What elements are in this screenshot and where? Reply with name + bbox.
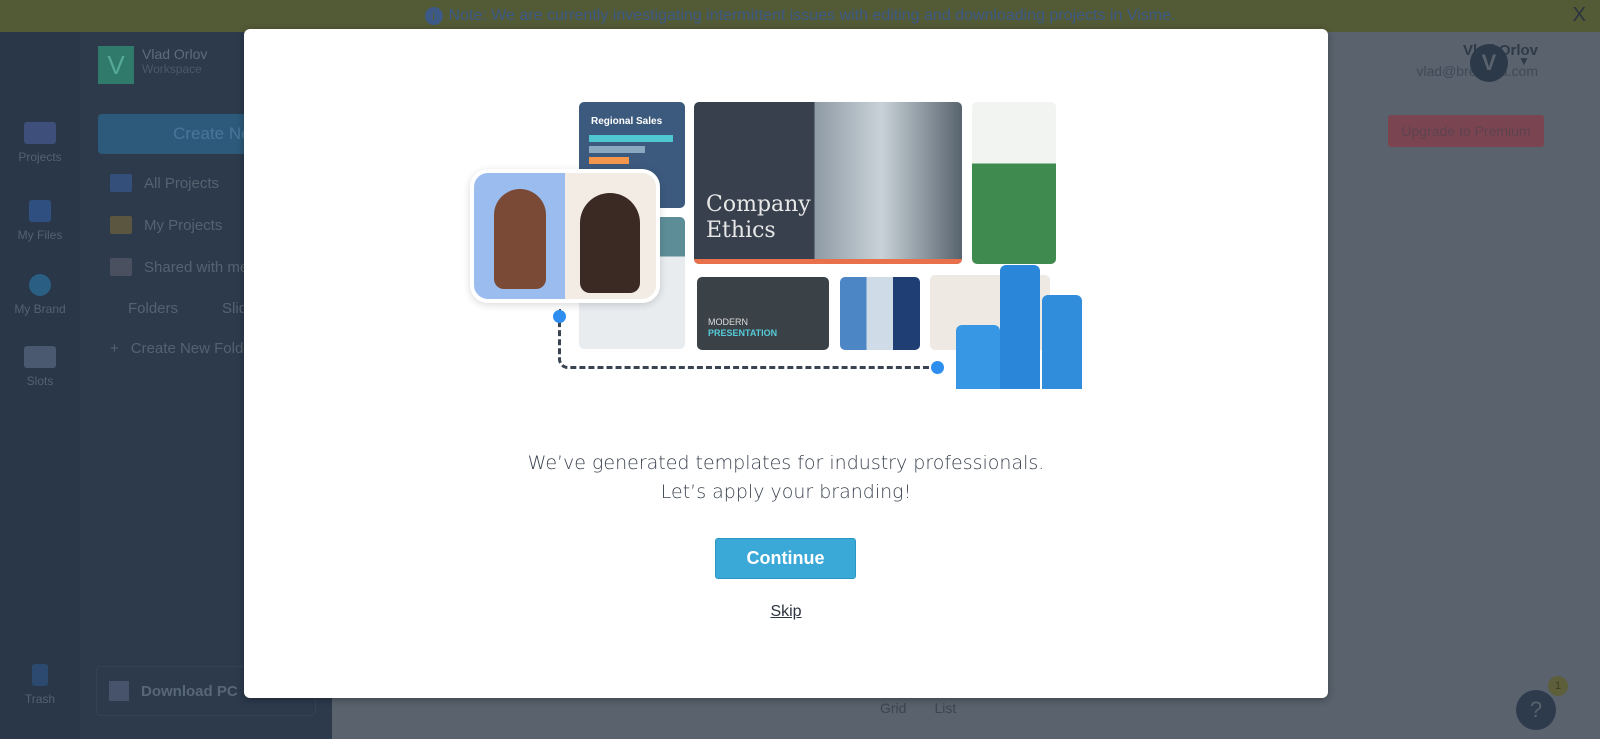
banner-text: Note: We are currently investigating int… (448, 7, 1176, 24)
message-line: We’ve generated templates for industry p… (527, 452, 1045, 474)
dashed-connector (558, 309, 936, 369)
close-banner-icon[interactable]: X (1573, 4, 1586, 27)
notice-banner: i Note: We are currently investigating i… (0, 0, 1600, 32)
company-ethics-thumbnail: Company Ethics (694, 102, 962, 264)
plus-icon: + (110, 340, 119, 357)
thumbnail-title: Company Ethics (706, 192, 811, 243)
thumbnail-title: Regional Sales (591, 116, 663, 127)
windows-icon (109, 681, 129, 701)
create-folder-button[interactable]: + Create New Folder (110, 340, 257, 357)
rail-my-files[interactable]: My Files (0, 200, 80, 242)
grid-view-button[interactable]: Grid (880, 700, 906, 716)
chevron-down-icon[interactable]: ▼ (1518, 54, 1530, 68)
nav-label: Shared with me (144, 258, 249, 276)
onboarding-modal: Regional Sales Company Ethics MODERN PRES… (244, 29, 1328, 698)
continue-button[interactable]: Continue (715, 538, 856, 579)
help-button[interactable]: ? (1516, 690, 1556, 730)
nav-label: All Projects (144, 174, 220, 192)
nav-label: My Projects (144, 216, 223, 234)
skip-link[interactable]: Skip (770, 603, 801, 620)
download-label: Download PC (141, 682, 238, 700)
nav-label: Create New Folder (130, 340, 257, 357)
building-icon (956, 325, 1000, 389)
rail-label: Slots (26, 374, 54, 388)
rail-label: Projects (18, 150, 62, 164)
upgrade-button[interactable]: Upgrade to Premium (1388, 115, 1544, 147)
rail-my-brand[interactable]: My Brand (0, 274, 80, 316)
list-view-button[interactable]: List (934, 700, 956, 716)
workspace-name: Workspace (142, 62, 202, 76)
shared-icon (110, 258, 132, 276)
rail-label: Trash (24, 692, 56, 706)
rail-label: My Files (17, 228, 63, 242)
nav-shared[interactable]: Shared with me (110, 258, 248, 276)
rail-label: My Brand (14, 302, 66, 316)
sidebar-tabs: Folders Slides (128, 300, 263, 317)
green-leaf-thumbnail (972, 102, 1056, 264)
tab-folders[interactable]: Folders (128, 300, 178, 317)
avatar[interactable]: V (1470, 44, 1508, 82)
info-icon: i (424, 7, 443, 25)
folder-icon (110, 174, 132, 192)
app-rail: Projects My Files My Brand Slots Trash (0, 32, 80, 739)
nav-my-projects[interactable]: My Projects (110, 216, 222, 234)
connector-dot (931, 361, 944, 374)
modal-message: We’ve generated templates for industry p… (244, 449, 1328, 507)
message-line: Let’s apply your branding! (660, 481, 912, 503)
nav-all-projects[interactable]: All Projects (110, 174, 219, 192)
workspace-logo: V (98, 46, 134, 84)
account-name: Vlad Orlov (142, 46, 208, 62)
folder-icon (110, 216, 132, 234)
people-avatars (470, 169, 660, 303)
skip-row: Skip (244, 603, 1328, 621)
rail-trash[interactable]: Trash (0, 664, 80, 706)
connector-dot (553, 310, 566, 323)
rail-projects[interactable]: Projects (0, 122, 80, 164)
templates-illustration: Regional Sales Company Ethics MODERN PRES… (470, 99, 1100, 395)
rail-slots[interactable]: Slots (0, 346, 80, 388)
building-icon (1000, 265, 1040, 389)
notification-badge: 1 (1548, 676, 1568, 696)
building-icon (1042, 295, 1082, 389)
account-switcher[interactable]: V Vlad Orlov Workspace (98, 46, 207, 84)
view-toggle: Grid List (880, 700, 956, 716)
